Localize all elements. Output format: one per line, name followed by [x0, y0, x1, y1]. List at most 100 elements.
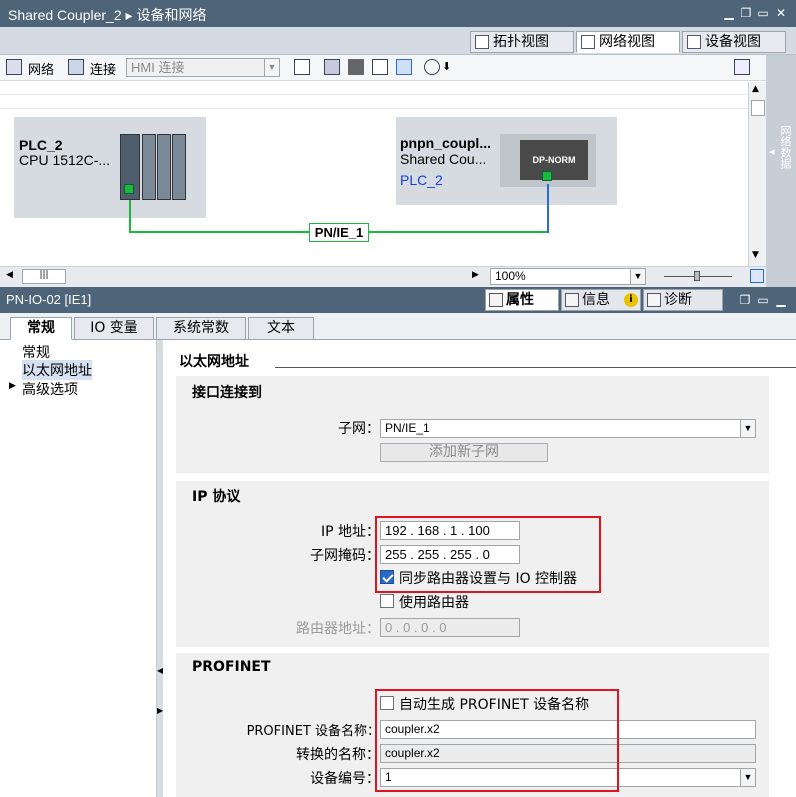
- network-toolbar: 网络 连接 HMI 连接 ▼ ⬇: [0, 55, 766, 81]
- topology-icon: [475, 35, 489, 49]
- chevron-down-icon: ▼: [630, 269, 645, 284]
- ip-heading: IP 协议: [192, 489, 241, 505]
- subnet-line: [129, 200, 131, 232]
- zoom-select[interactable]: 100% ▼: [490, 268, 646, 285]
- highlight-box: [375, 689, 619, 792]
- network-button-label[interactable]: 网络: [28, 59, 54, 78]
- scroll-up-icon[interactable]: ▲: [752, 84, 759, 94]
- scroll-right-icon[interactable]: ▶: [472, 270, 479, 280]
- diagnostics-icon: [647, 293, 661, 307]
- canvas-vertical-scrollbar[interactable]: ▲ ▼: [748, 82, 766, 266]
- ethernet-port-icon[interactable]: [124, 184, 134, 194]
- module-icon[interactable]: [348, 59, 364, 75]
- tab-texts[interactable]: 文本: [248, 317, 314, 340]
- properties-icon: [489, 293, 503, 307]
- use-router-label: 使用路由器: [399, 595, 469, 611]
- collapse-icon[interactable]: ▭: [756, 293, 770, 307]
- tab-topology-view[interactable]: 拓扑视图: [470, 31, 574, 53]
- scroll-left-icon[interactable]: ◀: [6, 270, 13, 280]
- minimize-icon[interactable]: ▁: [774, 293, 788, 307]
- plc-cpu: CPU 1512C-...: [19, 152, 111, 168]
- ip-address-label: IP 地址：: [320, 524, 380, 540]
- subnet-select[interactable]: PN/IE_1 ▼: [380, 419, 756, 438]
- network-data-sidebar[interactable]: ◂ 网络数据: [766, 55, 796, 287]
- panel-icon[interactable]: [734, 59, 750, 75]
- float-icon[interactable]: ▭: [756, 6, 770, 20]
- subnet-line: [547, 184, 549, 233]
- profinet-heading: PROFINET: [192, 659, 271, 675]
- connect-icon[interactable]: [68, 59, 84, 75]
- interface-section: 接口连接到 子网： PN/IE_1 ▼ 添加新子网: [176, 376, 769, 473]
- page-title: 以太网地址: [179, 354, 249, 370]
- io-module: [157, 134, 171, 200]
- network-icon[interactable]: [6, 59, 22, 75]
- coupler-module: DP-NORM: [520, 140, 588, 180]
- title-bar: Shared Coupler_2 ▸ 设备和网络 ▁ ❐ ▭ ✕: [0, 0, 796, 27]
- network-canvas[interactable]: PLC_2 CPU 1512C-... pnpn_coupl... Shared…: [0, 82, 748, 266]
- plc-name: PLC_2: [19, 137, 63, 153]
- properties-content: 以太网地址 接口连接到 子网： PN/IE_1 ▼ 添加新子网 IP 协议 IP …: [163, 340, 796, 797]
- network-icon: [581, 35, 595, 49]
- io-module: [142, 134, 156, 200]
- divider: [275, 367, 796, 368]
- connection-type-select[interactable]: HMI 连接 ▼: [126, 58, 280, 77]
- chevron-down-icon: ▼: [740, 769, 755, 786]
- zoom-slider-handle[interactable]: [694, 271, 700, 281]
- tab-network-view[interactable]: 网络视图: [576, 31, 680, 53]
- minimize-icon[interactable]: ▁: [722, 6, 736, 20]
- subnet-label: 子网：: [338, 421, 380, 437]
- coupler-device[interactable]: pnpn_coupl... Shared Cou... PLC_2 DP-NOR…: [396, 117, 617, 205]
- tab-io-tags[interactable]: IO 变量: [74, 317, 154, 340]
- coupler-body: DP-NORM: [500, 134, 596, 187]
- tab-system-constants[interactable]: 系统常数: [156, 317, 246, 340]
- connect-button-label[interactable]: 连接: [90, 59, 116, 78]
- io-icon[interactable]: [324, 59, 340, 75]
- nav-item-ethernet-address[interactable]: 以太网地址: [22, 360, 92, 380]
- device-icon: [687, 35, 701, 49]
- scroll-thumb[interactable]: [751, 100, 765, 116]
- nav-item-general[interactable]: 常规: [22, 342, 50, 362]
- router-address-field[interactable]: 0 . 0 . 0 . 0: [380, 618, 520, 637]
- interface-heading: 接口连接到: [192, 385, 262, 401]
- tab-info[interactable]: 信息 i: [561, 289, 641, 311]
- collapse-left-icon[interactable]: ◂: [769, 145, 775, 158]
- name-icon[interactable]: [294, 59, 310, 75]
- canvas-status-bar: ◀ ||| ▶ 100% ▼: [0, 266, 766, 287]
- overview-icon[interactable]: [750, 269, 764, 283]
- zoom-icon[interactable]: [424, 59, 440, 75]
- table-icon[interactable]: [396, 59, 412, 75]
- expand-icon[interactable]: ▶: [9, 381, 16, 391]
- view-tabs-bar: 拓扑视图 网络视图 设备视图: [0, 27, 796, 55]
- chevron-down-icon: ▼: [264, 59, 279, 76]
- side-panel-label: 网络数据: [779, 125, 792, 169]
- grid-icon[interactable]: [372, 59, 388, 75]
- close-icon[interactable]: ✕: [774, 6, 788, 20]
- plc-device[interactable]: PLC_2 CPU 1512C-...: [14, 117, 206, 218]
- tab-properties[interactable]: 属性: [485, 289, 559, 311]
- nav-item-advanced-options[interactable]: 高级选项: [22, 379, 78, 399]
- tab-general[interactable]: 常规: [10, 317, 72, 340]
- scroll-down-icon[interactable]: ▼: [752, 250, 759, 260]
- subnet-label[interactable]: PN/IE_1: [309, 223, 369, 242]
- subnet-mask-label: 子网掩码：: [310, 548, 380, 564]
- horizontal-scroll-thumb[interactable]: |||: [22, 269, 66, 284]
- tab-diagnostics[interactable]: 诊断: [643, 289, 723, 311]
- add-subnet-button[interactable]: 添加新子网: [380, 443, 548, 462]
- property-subtabs: 常规 IO 变量 系统常数 文本: [0, 313, 796, 340]
- use-router-checkbox[interactable]: [380, 594, 394, 608]
- coupler-type: Shared Cou...: [400, 151, 487, 167]
- download-icon[interactable]: ⬇: [442, 59, 458, 75]
- property-navigation: 常规 以太网地址 ▶ 高级选项: [0, 340, 157, 797]
- inspector-header: PN-IO-02 [IE1] 属性 信息 i 诊断 ❐ ▭ ▁: [0, 287, 796, 313]
- window-title: Shared Coupler_2 ▸ 设备和网络: [8, 7, 207, 23]
- restore-icon[interactable]: ❐: [739, 6, 753, 20]
- coupler-name: pnpn_coupl...: [400, 135, 491, 151]
- info-badge-icon: i: [624, 293, 638, 307]
- coupler-plc-link[interactable]: PLC_2: [400, 172, 443, 188]
- tab-device-view[interactable]: 设备视图: [682, 31, 786, 53]
- inspector-title: PN-IO-02 [IE1]: [6, 292, 92, 307]
- info-icon: [565, 293, 579, 307]
- ethernet-port-icon[interactable]: [542, 171, 552, 181]
- float-icon[interactable]: ❐: [738, 293, 752, 307]
- device-number-label: 设备编号：: [310, 771, 380, 787]
